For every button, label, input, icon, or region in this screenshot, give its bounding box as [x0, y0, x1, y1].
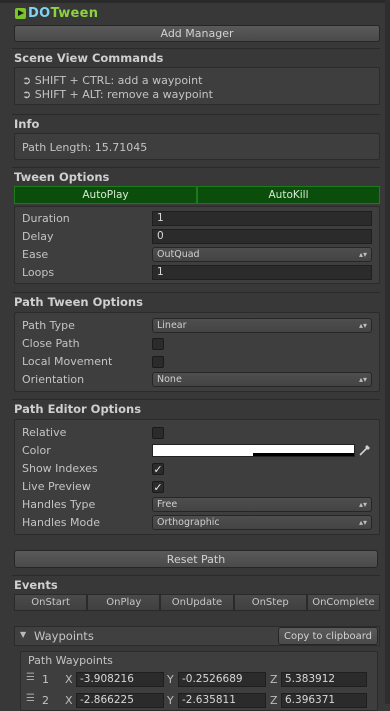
tween-toggle-row: AutoPlay AutoKill	[14, 186, 380, 204]
waypoint-y-field[interactable]: -0.2526689	[178, 672, 266, 687]
dropdown-arrows-icon: ▴▾	[358, 321, 367, 330]
eyedropper-icon[interactable]	[358, 443, 372, 457]
alpha-bar	[253, 453, 354, 456]
z-axis-label: Z	[270, 673, 278, 686]
scene-command-1: ➲ SHIFT + CTRL: add a waypoint	[22, 74, 203, 87]
color-label: Color	[22, 444, 51, 457]
live-preview-checkbox[interactable]: ✓	[152, 481, 164, 493]
copy-to-clipboard-button[interactable]: Copy to clipboard	[278, 627, 378, 645]
duration-label: Duration	[22, 212, 70, 225]
delay-field[interactable]: 0	[152, 229, 372, 244]
handles-mode-dropdown[interactable]: Orthographic ▴▾	[152, 515, 372, 530]
delay-label: Delay	[22, 230, 54, 243]
onstart-button[interactable]: OnStart	[14, 594, 88, 611]
z-axis-label: Z	[270, 694, 278, 707]
loops-field[interactable]: 1	[152, 265, 372, 280]
live-preview-label: Live Preview	[22, 480, 91, 493]
local-movement-checkbox[interactable]	[152, 356, 164, 368]
orientation-value: None	[157, 374, 182, 385]
drag-handle-icon[interactable]: ☰	[26, 672, 35, 683]
close-path-label: Close Path	[22, 337, 80, 350]
handles-type-dropdown[interactable]: Free ▴▾	[152, 497, 372, 512]
divider	[12, 167, 380, 168]
dropdown-arrows-icon: ▴▾	[358, 500, 367, 509]
autoplay-toggle[interactable]: AutoPlay	[14, 186, 197, 204]
duration-field[interactable]: 1	[152, 211, 372, 226]
waypoint-y-field[interactable]: -2.635811	[178, 693, 266, 708]
waypoint-z-field[interactable]: 6.396371	[281, 693, 367, 708]
onupdate-button[interactable]: OnUpdate	[160, 594, 234, 611]
show-indexes-checkbox[interactable]: ✓	[152, 463, 164, 475]
events-button-row: OnStart OnPlay OnUpdate OnStep OnComplet…	[14, 594, 381, 611]
oncomplete-button[interactable]: OnComplete	[306, 594, 381, 611]
drag-handle-icon[interactable]: ☰	[26, 693, 35, 704]
divider	[12, 399, 380, 400]
relative-checkbox[interactable]	[152, 427, 164, 439]
play-icon	[15, 8, 26, 19]
ease-value: OutQuad	[157, 249, 200, 260]
local-movement-label: Local Movement	[22, 355, 113, 368]
waypoint-index: 2	[42, 694, 49, 707]
events-title: Events	[14, 578, 58, 592]
relative-label: Relative	[22, 426, 67, 439]
top-edge	[0, 0, 390, 3]
path-editor-options-title: Path Editor Options	[14, 402, 142, 416]
waypoint-z-field[interactable]: 5.383912	[281, 672, 367, 687]
waypoint-x-field[interactable]: -3.908216	[76, 672, 164, 687]
handles-type-label: Handles Type	[22, 498, 96, 511]
orientation-dropdown[interactable]: None ▴▾	[152, 372, 372, 387]
orientation-label: Orientation	[22, 373, 85, 386]
logo-do: DO	[28, 6, 51, 21]
onplay-button[interactable]: OnPlay	[87, 594, 161, 611]
color-swatch[interactable]	[152, 444, 355, 457]
path-tween-options-title: Path Tween Options	[14, 295, 143, 309]
y-axis-label: Y	[167, 673, 174, 686]
y-axis-label: Y	[167, 694, 174, 707]
scrollbar[interactable]	[385, 0, 390, 704]
handles-mode-label: Handles Mode	[22, 516, 100, 529]
path-type-value: Linear	[157, 320, 187, 331]
add-manager-button[interactable]: Add Manager	[14, 25, 380, 42]
divider	[12, 292, 380, 293]
handles-mode-value: Orthographic	[157, 517, 220, 528]
info-title: Info	[14, 117, 40, 131]
scene-command-2: ➲ SHIFT + ALT: remove a waypoint	[22, 88, 213, 101]
dropdown-arrows-icon: ▴▾	[358, 250, 367, 259]
handles-type-value: Free	[157, 499, 178, 510]
ease-dropdown[interactable]: OutQuad ▴▾	[152, 247, 372, 262]
path-type-dropdown[interactable]: Linear ▴▾	[152, 318, 372, 333]
reset-path-button[interactable]: Reset Path	[14, 550, 378, 568]
autokill-toggle[interactable]: AutoKill	[197, 186, 380, 204]
path-type-label: Path Type	[22, 319, 75, 332]
waypoint-index: 1	[42, 673, 49, 686]
foldout-arrow-icon[interactable]: ▼	[20, 630, 26, 639]
dropdown-arrows-icon: ▴▾	[358, 375, 367, 384]
waypoints-title: Waypoints	[34, 629, 94, 643]
x-axis-label: X	[65, 694, 73, 707]
divider	[12, 114, 380, 115]
tween-options-title: Tween Options	[14, 170, 110, 184]
onstep-button[interactable]: OnStep	[233, 594, 307, 611]
close-path-checkbox[interactable]	[152, 338, 164, 350]
divider	[12, 575, 380, 576]
scene-view-title: Scene View Commands	[14, 51, 164, 65]
path-waypoints-title: Path Waypoints	[28, 654, 113, 667]
loops-label: Loops	[22, 266, 55, 279]
dropdown-arrows-icon: ▴▾	[358, 518, 367, 527]
x-axis-label: X	[65, 673, 73, 686]
ease-label: Ease	[22, 248, 49, 261]
waypoint-x-field[interactable]: -2.866225	[76, 693, 164, 708]
logo-tween: Tween	[50, 6, 99, 21]
dotween-logo: DO Tween	[15, 6, 98, 21]
show-indexes-label: Show Indexes	[22, 462, 98, 475]
divider	[12, 48, 380, 49]
path-length: Path Length: 15.71045	[22, 141, 148, 154]
